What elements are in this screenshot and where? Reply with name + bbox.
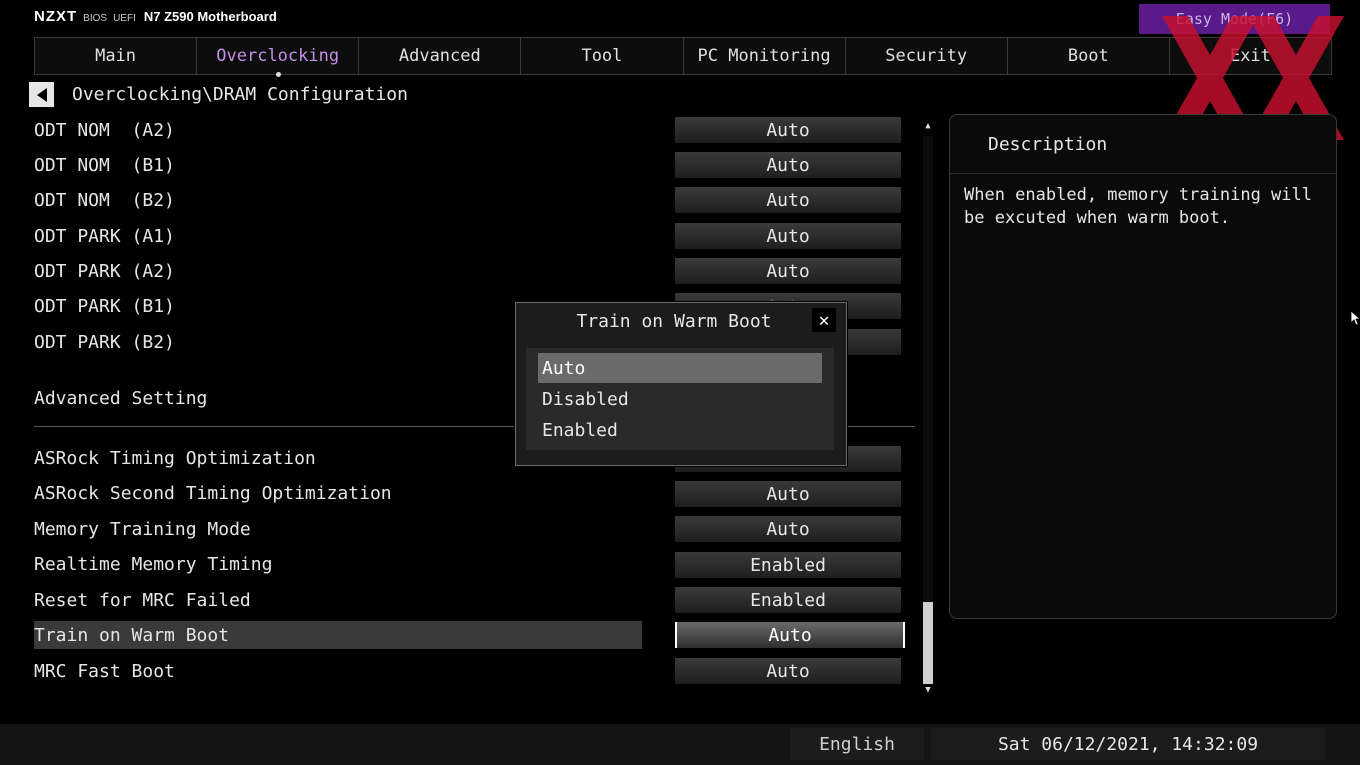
description-text: When enabled, memory training will be ex… [964, 185, 1312, 228]
tab-boot[interactable]: Boot [1008, 38, 1170, 74]
motherboard-model: N7 Z590 Motherboard [143, 9, 277, 24]
option-auto[interactable]: Auto [538, 353, 822, 383]
bios-brand: NZXT BIOS UEFI N7 Z590 Motherboard [34, 8, 277, 30]
setting-label[interactable]: Realtime Memory Timing [34, 550, 642, 578]
scroll-track[interactable] [923, 136, 933, 684]
setting-label[interactable]: ODT NOM (A2) [34, 116, 642, 144]
main-tabs: Main Overclocking Advanced Tool PC Monit… [34, 37, 1332, 77]
tab-security[interactable]: Security [846, 38, 1008, 74]
option-disabled[interactable]: Disabled [538, 384, 822, 414]
tab-tool[interactable]: Tool [521, 38, 684, 74]
tab-exit[interactable]: Exit [1170, 38, 1332, 74]
tab-advanced[interactable]: Advanced [359, 38, 522, 74]
setting-label[interactable]: ODT NOM (B2) [34, 186, 642, 214]
close-icon: ✕ [818, 309, 830, 331]
setting-label[interactable]: ODT PARK (A1) [34, 222, 642, 250]
setting-label[interactable]: Memory Training Mode [34, 515, 642, 543]
section-title: Advanced Setting [34, 388, 208, 409]
back-button[interactable] [29, 82, 54, 107]
description-panel: Description When enabled, memory trainin… [949, 114, 1337, 619]
language-selector[interactable]: English [790, 728, 924, 760]
setting-label[interactable]: MRC Fast Boot [34, 657, 642, 685]
setting-value-selected[interactable]: Auto [675, 622, 905, 648]
close-button[interactable]: ✕ [812, 308, 836, 332]
triangle-down-icon[interactable]: ▼ [922, 684, 934, 696]
setting-value[interactable]: Auto [675, 117, 901, 143]
brand-logo: NZXT [34, 8, 78, 25]
breadcrumb: Overclocking\DRAM Configuration [72, 84, 408, 105]
easy-mode-button[interactable]: Easy Mode(F6) [1139, 4, 1330, 34]
scroll-thumb[interactable] [923, 602, 933, 684]
setting-label[interactable]: ODT NOM (B1) [34, 151, 642, 179]
triangle-up-icon[interactable]: ▲ [922, 120, 934, 132]
setting-label[interactable]: ODT PARK (A2) [34, 257, 642, 285]
setting-value[interactable]: Auto [675, 516, 901, 542]
scrollbar[interactable]: ▲ ▼ [922, 120, 934, 696]
setting-value[interactable]: Enabled [675, 552, 901, 578]
arrow-left-icon [36, 87, 47, 102]
tab-main[interactable]: Main [34, 38, 198, 74]
option-enabled[interactable]: Enabled [538, 415, 822, 445]
tab-pc-monitoring[interactable]: PC Monitoring [684, 38, 846, 74]
dialog-title: Train on Warm Boot [576, 311, 772, 332]
mouse-pointer-icon [1351, 311, 1360, 326]
description-title: Description [950, 115, 1336, 174]
setting-value[interactable]: Auto [675, 223, 901, 249]
datetime-display[interactable]: Sat 06/12/2021, 14:32:09 [931, 728, 1325, 760]
tab-overclocking[interactable]: Overclocking [197, 38, 360, 77]
setting-value[interactable]: Enabled [675, 587, 901, 613]
setting-value[interactable]: Auto [675, 658, 901, 684]
bios-label: BIOS [83, 13, 108, 24]
setting-value[interactable]: Auto [675, 152, 901, 178]
uefi-label: UEFI [113, 13, 136, 24]
setting-value[interactable]: Auto [675, 258, 901, 284]
setting-label-selected[interactable]: Train on Warm Boot [34, 621, 642, 649]
option-list: Auto Disabled Enabled [526, 348, 834, 450]
setting-value[interactable]: Auto [675, 481, 901, 507]
setting-label[interactable]: ASRock Second Timing Optimization [34, 479, 642, 507]
setting-value[interactable]: Auto [675, 187, 901, 213]
setting-label[interactable]: Reset for MRC Failed [34, 586, 642, 614]
option-dialog: Train on Warm Boot ✕ Auto Disabled Enabl… [515, 302, 847, 466]
